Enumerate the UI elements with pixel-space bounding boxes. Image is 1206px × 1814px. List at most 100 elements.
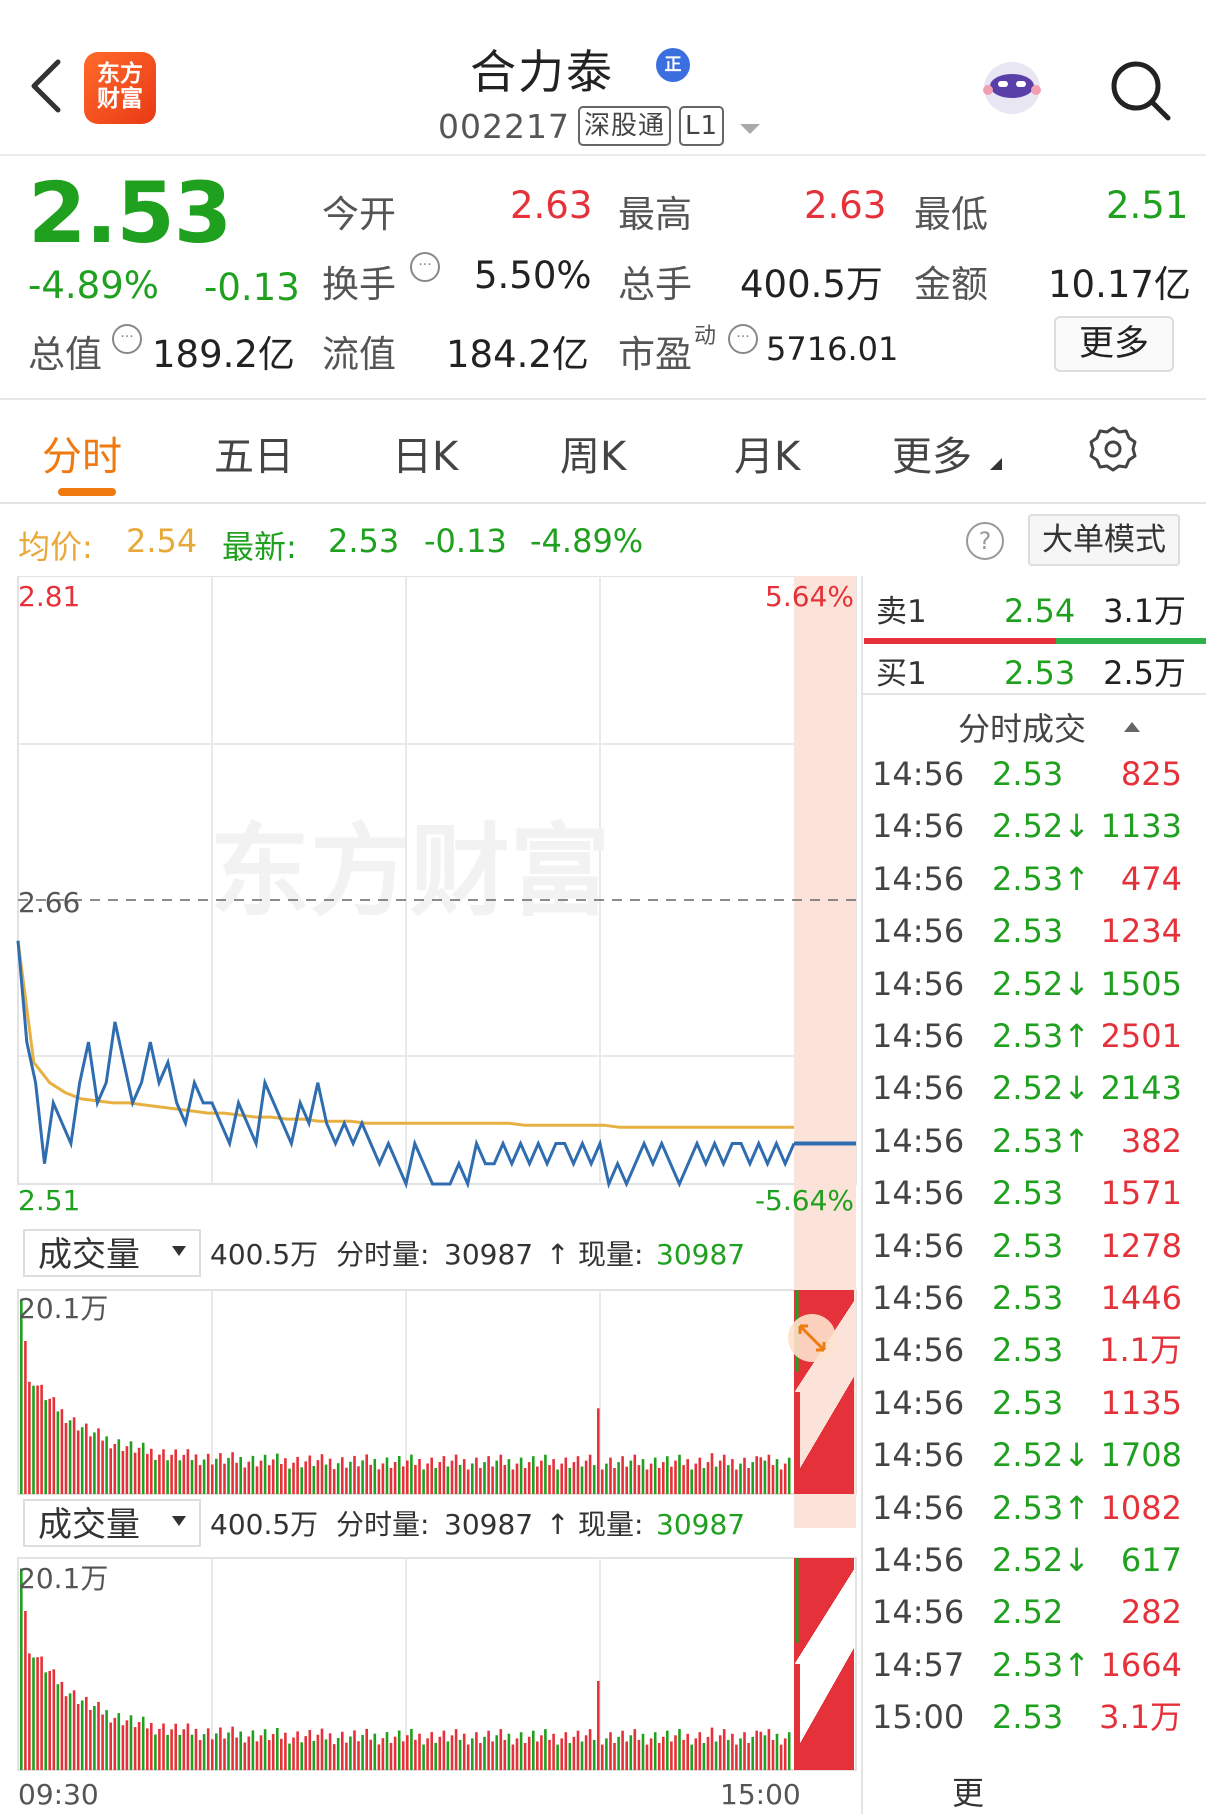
tab-weekly-k[interactable]: 周K [560,424,626,482]
after-hours-volume-bar [813,1719,814,1770]
volume-bar [458,1739,462,1770]
volume-bar [206,1728,210,1770]
after-hours-volume-bar [827,1421,828,1494]
ticks-header[interactable]: 分时成交 [958,710,1086,748]
tick-price: 2.52↓ [992,964,1091,1003]
app-logo[interactable]: 东方 财富 [84,52,156,124]
volume-bar [718,1735,722,1770]
settings-gear-icon[interactable] [1088,424,1138,474]
pe-value: 5716.01 [766,330,899,368]
volume-bar [637,1739,641,1770]
mktcap-label: 总值 [28,333,102,376]
volume-bar [495,1735,498,1770]
volume-bar [597,1408,600,1494]
volume-bar [389,1742,393,1770]
after-hours-volume-bar [840,1558,841,1591]
volume-bar [251,1455,255,1494]
minute-volume: 30987 [444,1238,533,1271]
float-cap-value: 184.2亿 [446,333,589,376]
volume-bar [560,1463,563,1494]
back-arrow-icon[interactable] [26,56,66,116]
after-hours-volume-bar [842,1396,843,1494]
more-info-icon[interactable]: ··· [112,324,142,354]
after-hours-volume-bar [811,1448,812,1494]
more-ticks-link[interactable]: 更 [952,1774,984,1812]
tab-monthly-k[interactable]: 月K [734,424,800,482]
after-hours-volume-bar [844,1290,845,1316]
volume-bar [462,1459,466,1494]
after-hours-volume-bar [820,1707,821,1770]
volume-bar [609,1457,612,1494]
sort-up-icon[interactable] [1124,722,1140,732]
latest-change-pct: -4.89% [530,522,644,560]
tick-time: 14:56 [872,1017,965,1055]
tick-price: 2.53 [992,1698,1064,1737]
volume-bar [141,1442,145,1494]
after-hours-volume-bar [809,1726,810,1770]
volume-bar [454,1454,458,1494]
after-hours-volume-bar [843,1666,844,1770]
after-hours-volume-bar [852,1558,853,1572]
x-start-label: 09:30 [18,1778,99,1811]
volume-bar [694,1463,698,1494]
after-hours-volume-bar [850,1654,851,1770]
after-hours-volume-bar [829,1558,830,1609]
vol2-max-label: 20.1万 [18,1562,108,1595]
volume-bar [198,1740,202,1770]
robot-assistant-icon[interactable] [978,50,1046,122]
volume-bar [783,1738,787,1770]
after-hours-volume-bar [797,1664,798,1770]
volume-bar [308,1455,312,1494]
volume-bar [710,1727,714,1770]
tick-price: 2.52↓ [992,1069,1091,1108]
volume-bar [32,1657,35,1770]
big-order-mode-button[interactable]: 大单模式 [1028,514,1180,566]
tab-more[interactable]: 更多 [892,424,972,482]
watermark: 东方财富 [210,816,610,928]
help-icon[interactable]: ? [966,522,1004,560]
after-hours-volume-bar [842,1668,843,1770]
volume-bar [109,1722,112,1770]
volume-bar [787,1457,791,1494]
volume-bar [385,1457,389,1494]
after-hours-volume-bar [831,1558,832,1606]
tab-daily-k[interactable]: 日K [392,424,458,482]
tab-five-day[interactable]: 五日 [214,424,294,482]
volume-bar [544,1729,547,1770]
after-hours-volume-bar [804,1460,805,1494]
more-info-icon[interactable]: ··· [728,324,758,354]
volume-bar [609,1732,612,1770]
volume-bar [682,1739,685,1770]
volume-bar [162,1723,165,1770]
after-hours-volume-bar [836,1406,837,1494]
tick-volume: 1234 [1100,912,1182,951]
volume-bar [211,1739,214,1770]
after-hours-volume-bar [851,1652,852,1770]
more-info-icon[interactable]: ··· [410,252,440,282]
volume-bar [194,1454,198,1494]
volume-bar [657,1743,661,1770]
after-hours-volume-bar [842,1290,843,1319]
after-hours-volume-bar [852,1290,853,1304]
active-tab-indicator [58,488,116,496]
minute-volume-label: 分时量: [336,1238,429,1271]
after-hours-volume-bar [817,1558,818,1628]
volume-bar [320,1728,324,1770]
tab-timeshare[interactable]: 分时 [42,424,122,482]
dropdown-triangle-icon[interactable] [740,124,760,134]
after-hours-volume-bar [823,1428,824,1494]
after-hours-volume-bar [845,1290,846,1314]
after-hours-volume-bar [801,1740,802,1770]
volume-bar [284,1732,287,1770]
turnover-label: 换手 [322,263,396,306]
more-quote-button[interactable]: 更多 [1054,316,1174,372]
search-icon[interactable] [1108,58,1172,122]
volume-bar [328,1458,332,1494]
volume-bar [158,1454,161,1494]
volume-bar [698,1457,702,1494]
after-hours-volume-bar [847,1387,848,1494]
volume-bar [722,1454,726,1494]
tick-price: 2.53 [992,755,1064,793]
volume-bar [393,1462,397,1494]
after-hours-volume-bar [834,1290,835,1331]
